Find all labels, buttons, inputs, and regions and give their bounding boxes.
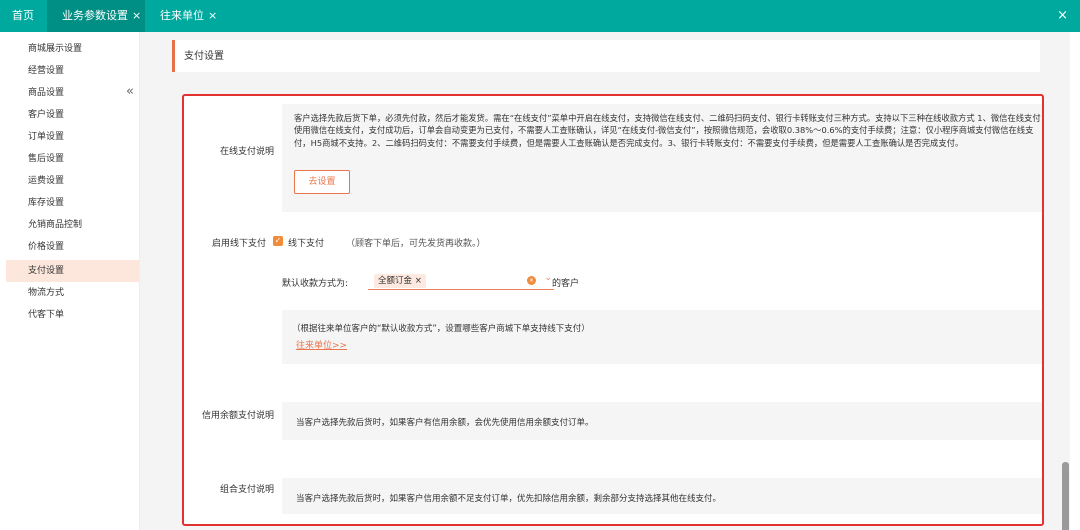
header-accent-bar <box>172 40 175 72</box>
tab-business-params[interactable]: 业务参数设置 × <box>47 0 145 32</box>
online-pay-desc-box: 客户选择先款后货下单，必须先付款，然后才能发货。需在“在线支付”菜单中开启在线支… <box>282 104 1042 212</box>
tab-contacts-label[interactable]: 往来单位 <box>160 9 204 22</box>
default-method-select[interactable]: 全额订金 × × ⌄ <box>368 272 554 290</box>
offline-note-box: （根据往来单位客户的“默认收款方式”，设置哪些客户商城下单支持线下支付） 往来单… <box>282 310 1042 364</box>
sidebar-item-business[interactable]: 经营设置 <box>6 60 139 82</box>
sidebar-item-inventory[interactable]: 库存设置 <box>6 192 139 214</box>
default-method-label: 默认收款方式为: <box>282 279 349 289</box>
tab-close-icon[interactable]: × <box>132 9 141 22</box>
combo-pay-desc: 当客户选择先款后货时，如果客户信用余额不足支付订单，优先扣除信用余额，剩余部分支… <box>296 494 722 504</box>
sidebar-item-allowed-products[interactable]: 允销商品控制 <box>6 214 139 236</box>
offline-pay-hint: （顾客下单后，可先发货再收款。） <box>346 239 486 249</box>
sidebar-item-shipping-fee[interactable]: 运费设置 <box>6 170 139 192</box>
sidebar: « 商城展示设置 经营设置 商品设置 客户设置 订单设置 售后设置 运费设置 库… <box>0 32 140 530</box>
chevron-down-icon[interactable]: ⌄ <box>544 273 552 283</box>
tab-business-params-label[interactable]: 业务参数设置 <box>62 9 128 22</box>
offline-note: （根据往来单位客户的“默认收款方式”，设置哪些客户商城下单支持线下支付） <box>292 324 590 334</box>
sidebar-item-payment[interactable]: 支付设置 <box>6 260 139 282</box>
offline-pay-label: 启用线下支付 <box>212 239 267 249</box>
tag-remove-icon[interactable]: × <box>415 276 422 286</box>
tab-contacts[interactable]: 往来单位 × <box>160 0 217 32</box>
sidebar-item-price[interactable]: 价格设置 <box>6 236 139 258</box>
selected-tag-label: 全额订金 <box>378 276 413 286</box>
default-method-suffix: 的客户 <box>552 279 580 289</box>
go-settings-button[interactable]: 去设置 <box>294 170 350 194</box>
offline-pay-option[interactable]: 线下支付 <box>288 236 324 249</box>
credit-pay-desc-box: 当客户选择先款后货时，如果客户有信用余额，会优先使用信用余额支付订单。 <box>282 402 1042 440</box>
top-tab-bar: 首页 业务参数设置 × 往来单位 × × <box>0 0 1080 32</box>
tab-close-icon[interactable]: × <box>208 9 217 22</box>
sidebar-item-proxy-order[interactable]: 代客下单 <box>6 304 139 326</box>
clear-selection-icon[interactable]: × <box>527 276 536 285</box>
tab-home-label[interactable]: 首页 <box>12 9 34 22</box>
credit-pay-desc: 当客户选择先款后货时，如果客户有信用余额，会优先使用信用余额支付订单。 <box>296 418 594 428</box>
page-header: 支付设置 <box>172 40 1040 72</box>
offline-pay-checkbox[interactable]: ✓ <box>273 236 283 246</box>
close-all-tabs-icon[interactable]: × <box>1057 0 1068 32</box>
credit-pay-label: 信用余额支付说明 <box>202 411 275 421</box>
online-pay-label: 在线支付说明 <box>220 147 275 157</box>
contacts-link[interactable]: 往来单位>> <box>296 338 347 351</box>
combo-pay-label: 组合支付说明 <box>220 485 275 495</box>
sidebar-item-customer[interactable]: 客户设置 <box>6 104 139 126</box>
selected-tag: 全额订金 × <box>374 274 426 288</box>
online-pay-desc: 客户选择先款后货下单，必须先付款，然后才能发货。需在“在线支付”菜单中开启在线支… <box>294 113 1041 148</box>
sidebar-item-order[interactable]: 订单设置 <box>6 126 139 148</box>
sidebar-item-after-sales[interactable]: 售后设置 <box>6 148 139 170</box>
combo-pay-desc-box: 当客户选择先款后货时，如果客户信用余额不足支付订单，优先扣除信用余额，剩余部分支… <box>282 478 1042 514</box>
sidebar-item-logistics[interactable]: 物流方式 <box>6 282 139 304</box>
scrollbar[interactable] <box>1062 462 1069 530</box>
sidebar-item-product[interactable]: 商品设置 <box>6 82 139 104</box>
tab-home[interactable]: 首页 <box>12 0 34 32</box>
sidebar-item-mall-display[interactable]: 商城展示设置 <box>6 38 139 60</box>
page-title: 支付设置 <box>184 51 224 62</box>
payment-settings-panel: 在线支付说明 客户选择先款后货下单，必须先付款，然后才能发货。需在“在线支付”菜… <box>182 94 1044 526</box>
